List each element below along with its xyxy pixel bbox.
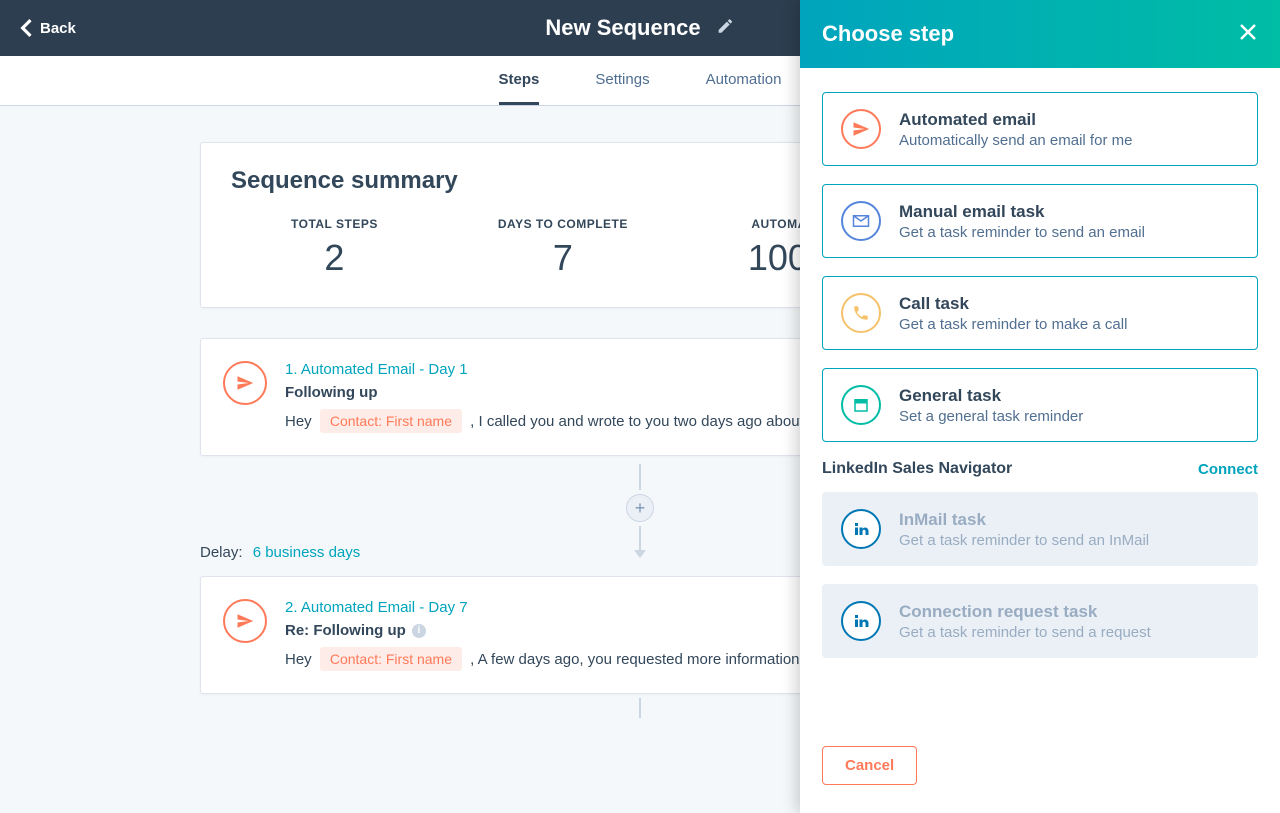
preview-post: , A few days ago, you requested more inf…: [470, 651, 841, 668]
stat-value: 2: [324, 237, 344, 279]
option-text: Manual email task Get a task reminder to…: [899, 202, 1145, 241]
option-desc: Automatically send an email for me: [899, 132, 1132, 149]
step-option-automated-email[interactable]: Automated email Automatically send an em…: [822, 92, 1258, 166]
step-option-connection-request: Connection request task Get a task remin…: [822, 584, 1258, 658]
linkedin-heading-text: LinkedIn Sales Navigator: [822, 460, 1012, 478]
preview-post: , I called you and wrote to you two days…: [470, 413, 844, 430]
edit-title-button[interactable]: [717, 17, 735, 40]
page-title: New Sequence: [545, 15, 700, 41]
option-text: General task Set a general task reminder: [899, 386, 1083, 425]
chevron-left-icon: [20, 19, 32, 37]
stat-label: DAYS TO COMPLETE: [498, 217, 628, 231]
delay-text: Delay:: [200, 544, 243, 561]
linkedin-connect-link[interactable]: Connect: [1198, 461, 1258, 478]
step-option-general[interactable]: General task Set a general task reminder: [822, 368, 1258, 442]
calendar-icon: [841, 385, 881, 425]
envelope-icon: [841, 201, 881, 241]
linkedin-icon: [841, 509, 881, 549]
panel-body: Automated email Automatically send an em…: [800, 68, 1280, 728]
paper-plane-icon: [223, 361, 267, 405]
option-desc: Get a task reminder to send a request: [899, 624, 1151, 641]
preview-pre: Hey: [285, 651, 316, 668]
option-text: Automated email Automatically send an em…: [899, 110, 1132, 149]
connector-line: [639, 526, 641, 552]
option-title: Connection request task: [899, 602, 1151, 622]
option-text: Connection request task Get a task remin…: [899, 602, 1151, 641]
cancel-button[interactable]: Cancel: [822, 746, 917, 785]
step-option-call[interactable]: Call task Get a task reminder to make a …: [822, 276, 1258, 350]
connector-line: [639, 698, 641, 718]
close-icon: [1238, 22, 1258, 42]
step-option-inmail: InMail task Get a task reminder to send …: [822, 492, 1258, 566]
option-title: Manual email task: [899, 202, 1145, 222]
paper-plane-icon: [223, 599, 267, 643]
option-desc: Set a general task reminder: [899, 408, 1083, 425]
panel-footer: Cancel: [800, 728, 1280, 813]
close-button[interactable]: [1238, 22, 1258, 47]
option-title: Automated email: [899, 110, 1132, 130]
subject-text: Following up: [285, 384, 377, 401]
phone-icon: [841, 293, 881, 333]
option-text: InMail task Get a task reminder to send …: [899, 510, 1149, 549]
back-label: Back: [40, 20, 76, 37]
tab-settings[interactable]: Settings: [595, 56, 649, 105]
stat-days: DAYS TO COMPLETE 7: [498, 217, 628, 279]
tab-automation[interactable]: Automation: [706, 56, 782, 105]
option-desc: Get a task reminder to send an email: [899, 224, 1145, 241]
back-button[interactable]: Back: [20, 19, 76, 37]
personalization-token[interactable]: Contact: First name: [320, 647, 462, 671]
tab-steps[interactable]: Steps: [499, 56, 540, 105]
add-step-button[interactable]: +: [626, 494, 654, 522]
page-title-wrap: New Sequence: [545, 15, 734, 41]
subject-text: Re: Following up: [285, 622, 406, 639]
stat-value: 7: [553, 237, 573, 279]
personalization-token[interactable]: Contact: First name: [320, 409, 462, 433]
option-desc: Get a task reminder to send an InMail: [899, 532, 1149, 549]
delay-label: Delay: 6 business days: [200, 544, 360, 561]
step-option-manual-email[interactable]: Manual email task Get a task reminder to…: [822, 184, 1258, 258]
linkedin-icon: [841, 601, 881, 641]
choose-step-panel: Choose step Automated email Automaticall…: [800, 0, 1280, 813]
preview-pre: Hey: [285, 413, 316, 430]
linkedin-section-heading: LinkedIn Sales Navigator Connect: [822, 460, 1258, 478]
option-title: General task: [899, 386, 1083, 406]
option-title: Call task: [899, 294, 1127, 314]
paper-plane-icon: [841, 109, 881, 149]
option-text: Call task Get a task reminder to make a …: [899, 294, 1127, 333]
pencil-icon: [717, 17, 735, 35]
arrow-down-icon: [634, 550, 646, 558]
option-desc: Get a task reminder to make a call: [899, 316, 1127, 333]
panel-header: Choose step: [800, 0, 1280, 68]
panel-title: Choose step: [822, 21, 954, 47]
connector-line: [639, 464, 641, 490]
stat-total-steps: TOTAL STEPS 2: [291, 217, 378, 279]
option-title: InMail task: [899, 510, 1149, 530]
stat-label: TOTAL STEPS: [291, 217, 378, 231]
delay-value-link[interactable]: 6 business days: [253, 544, 361, 561]
info-icon[interactable]: i: [412, 624, 426, 638]
